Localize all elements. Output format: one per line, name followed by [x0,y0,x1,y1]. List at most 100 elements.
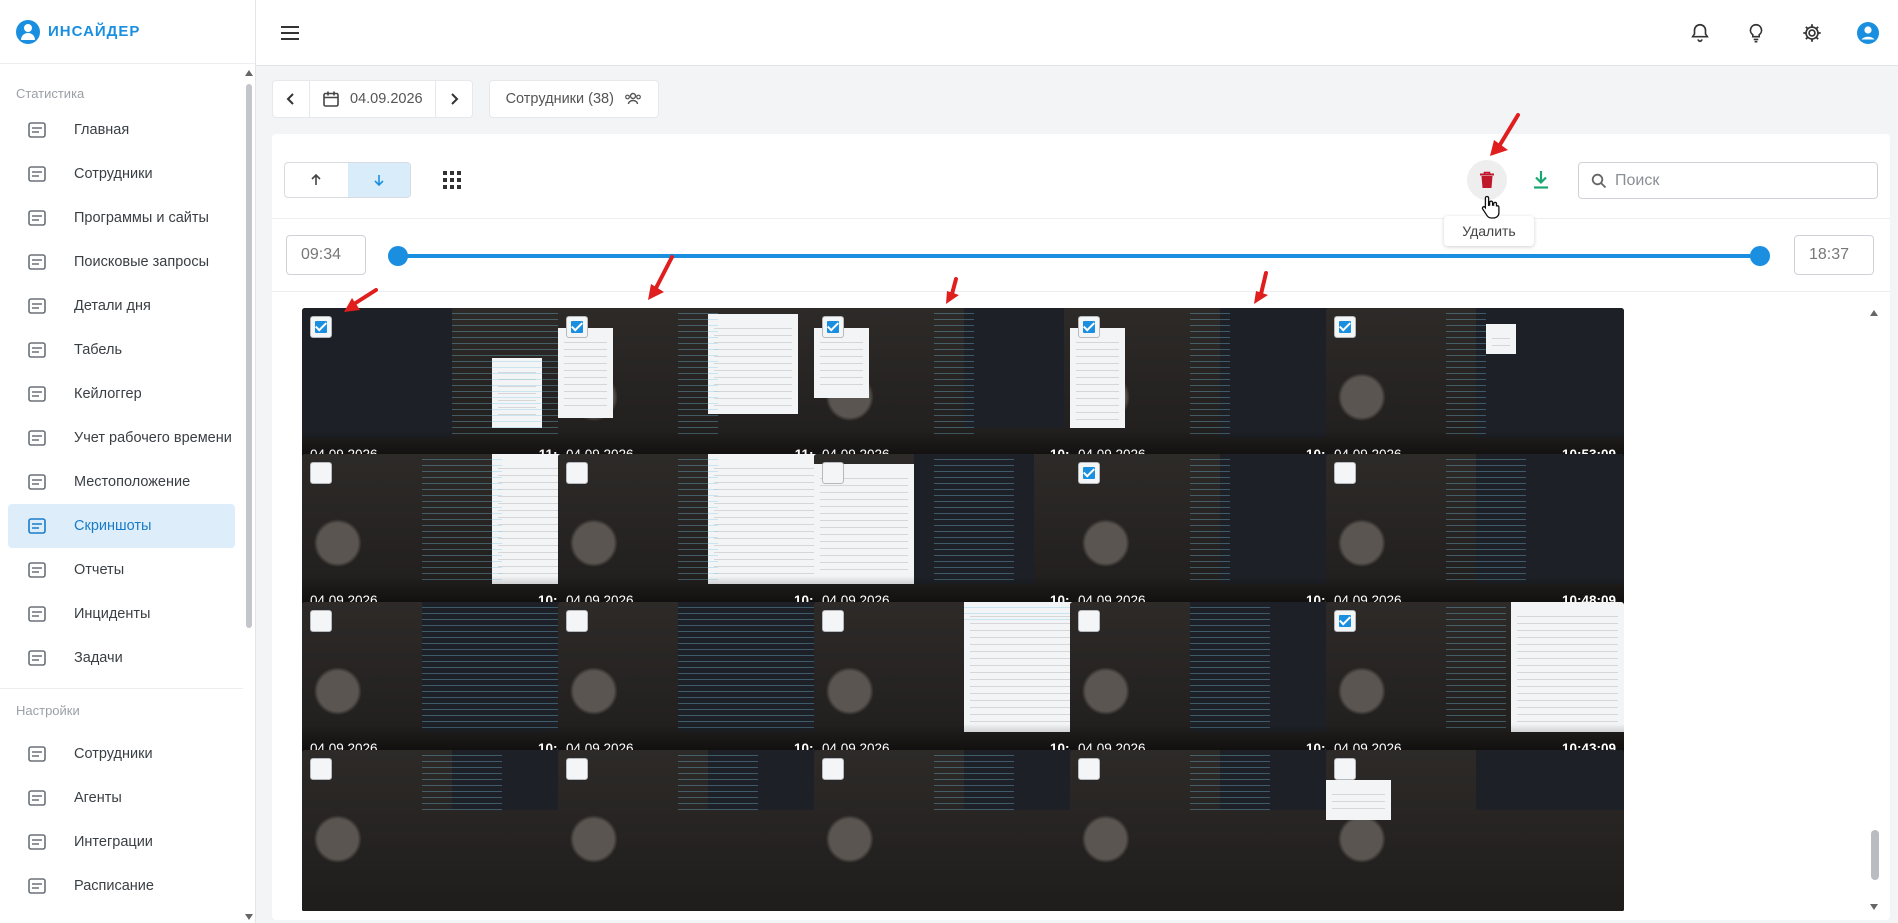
screenshot-thumbnail[interactable]: 04.09.202610:50:09 [814,454,1112,616]
screenshot-thumbnail[interactable]: 04.09.202610:55:09 [814,308,1112,470]
stats-item[interactable]: Главная [8,108,235,152]
prev-day-button[interactable] [273,81,309,117]
search-input[interactable] [1615,171,1855,190]
stats-item[interactable]: Сотрудники [8,152,235,196]
screenshot-checkbox[interactable] [566,462,588,484]
notifications-button[interactable] [1684,17,1716,49]
scroll-down-icon[interactable] [1870,904,1878,910]
stats-item[interactable]: Кейлоггер [8,372,235,416]
screenshot-checkbox[interactable] [1078,610,1100,632]
screenshot-checkbox[interactable] [310,462,332,484]
time-start-field[interactable]: 09:34 [286,235,366,275]
screenshot-content [820,336,863,390]
settings-item[interactable]: Расписание [8,864,235,908]
stats-item[interactable]: Инциденты [8,592,235,636]
sort-descending-button[interactable] [347,163,410,197]
screenshot-thumbnail[interactable] [1070,750,1368,911]
settings-item[interactable]: Интеграции [8,820,235,864]
download-button[interactable] [1525,164,1557,196]
screenshot-checkbox[interactable] [1078,758,1100,780]
screenshot-thumbnail[interactable] [1326,750,1624,911]
stats-item[interactable]: Табель [8,328,235,372]
screenshot-checkbox[interactable] [1334,316,1356,338]
screenshot-thumbnail[interactable]: 04.09.202610:52:09 [302,454,600,616]
employees-filter-button[interactable]: Сотрудники (38) [488,80,659,118]
screenshot-thumbnail[interactable]: 04.09.202611:07:09 [302,308,600,470]
settings-label: Интеграции [74,834,153,850]
settings-button[interactable] [1796,17,1828,49]
screenshot-thumbnail[interactable]: 04.09.2026 10:48:09 [1326,454,1624,616]
grid-dot [457,171,461,175]
date-picker[interactable]: 04.09.2026 [309,81,436,117]
screenshot-content [1076,336,1119,420]
screenshot-thumbnail[interactable]: 04.09.202610:46:09 [558,602,856,764]
logo[interactable]: ИНСАЙДЕР [0,0,255,64]
screenshot-thumbnail[interactable]: 04.09.202610:49:09 [1070,454,1368,616]
screenshot-checkbox[interactable] [310,610,332,632]
tips-button[interactable] [1740,17,1772,49]
account-button[interactable] [1852,17,1884,49]
settings-label: Сотрудники [74,746,153,762]
screenshot-checkbox[interactable] [1334,462,1356,484]
screenshot-checkbox[interactable] [1078,316,1100,338]
screenshot-checkbox[interactable] [310,316,332,338]
screenshot-checkbox[interactable] [1078,462,1100,484]
screenshot-thumbnail[interactable]: 04.09.202610:47:09 [302,602,600,764]
stats-item[interactable]: Местоположение [8,460,235,504]
settings-item[interactable]: Агенты [8,776,235,820]
stats-item[interactable]: Скриншоты [8,504,235,548]
stats-item[interactable]: Программы и сайты [8,196,235,240]
screenshot-thumbnail[interactable]: 04.09.202610:54:09 [1070,308,1368,470]
screenshot-checkbox[interactable] [822,758,844,780]
screenshot-thumbnail[interactable]: 04.09.2026 10:43:09 [1326,602,1624,764]
screenshot-checkbox[interactable] [310,758,332,780]
settings-item[interactable]: Сотрудники [8,732,235,776]
screenshot-content [934,308,974,438]
sidebar-scrollbar[interactable] [245,70,253,920]
time-range-start-handle[interactable] [388,246,408,266]
date-picker-group: 04.09.2026 [272,80,473,118]
screenshot-thumbnail[interactable]: 04.09.202610:45:09 [814,602,1112,764]
screenshot-checkbox[interactable] [1334,758,1356,780]
stats-item[interactable]: Отчеты [8,548,235,592]
sort-ascending-button[interactable] [285,163,348,197]
sidebar-section-settings: Настройки [0,688,243,732]
screenshot-checkbox[interactable] [822,316,844,338]
scroll-up-icon[interactable] [1870,310,1878,316]
filter-row: 04.09.2026 Сотрудники (38) [272,80,659,118]
location-icon [24,471,50,493]
download-icon [1534,171,1548,189]
grid-view-button[interactable] [440,168,464,192]
screenshot-thumbnail[interactable]: 04.09.202611:06:09 [558,308,856,470]
grid-scrollbar[interactable] [1870,310,1880,910]
scroll-up-icon[interactable] [245,70,253,76]
menu-toggle-button[interactable] [274,17,306,49]
time-range-slider[interactable] [398,254,1760,258]
sidebar-scrollbar-thumb[interactable] [246,84,252,628]
stats-item[interactable]: Детали дня [8,284,235,328]
screenshot-thumbnail[interactable]: 04.09.202610:53:09 [1326,308,1624,470]
stats-item[interactable]: Учет рабочего времени [8,416,235,460]
next-day-button[interactable] [436,81,472,117]
screenshot-thumbnail[interactable] [302,750,600,911]
grid-scrollbar-thumb[interactable] [1871,830,1879,880]
time-end-field[interactable]: 18:37 [1794,235,1874,275]
screenshot-thumbnail[interactable]: 04.09.202610:44:09 [1070,602,1368,764]
screenshot-checkbox[interactable] [822,610,844,632]
scroll-down-icon[interactable] [245,914,253,920]
screenshot-checkbox[interactable] [566,758,588,780]
screenshot-thumbnail[interactable] [558,750,856,911]
screenshot-checkbox[interactable] [822,462,844,484]
screenshot-thumbnail[interactable] [814,750,1112,911]
screenshot-checkbox[interactable] [1334,610,1356,632]
time-range-end-handle[interactable] [1750,246,1770,266]
sidebar-nav: Статистика Главная Сотрудники Программы и … [0,64,243,923]
stats-item[interactable]: Поисковые запросы [8,240,235,284]
screenshot-checkbox[interactable] [566,316,588,338]
screenshot-checkbox[interactable] [566,610,588,632]
screenshot-content [1190,308,1230,438]
screenshot-content [1220,454,1328,584]
screenshot-thumbnail[interactable]: 04.09.202610:51:09 [558,454,856,616]
stats-item[interactable]: Задачи [8,636,235,680]
trash-icon [1480,171,1494,188]
